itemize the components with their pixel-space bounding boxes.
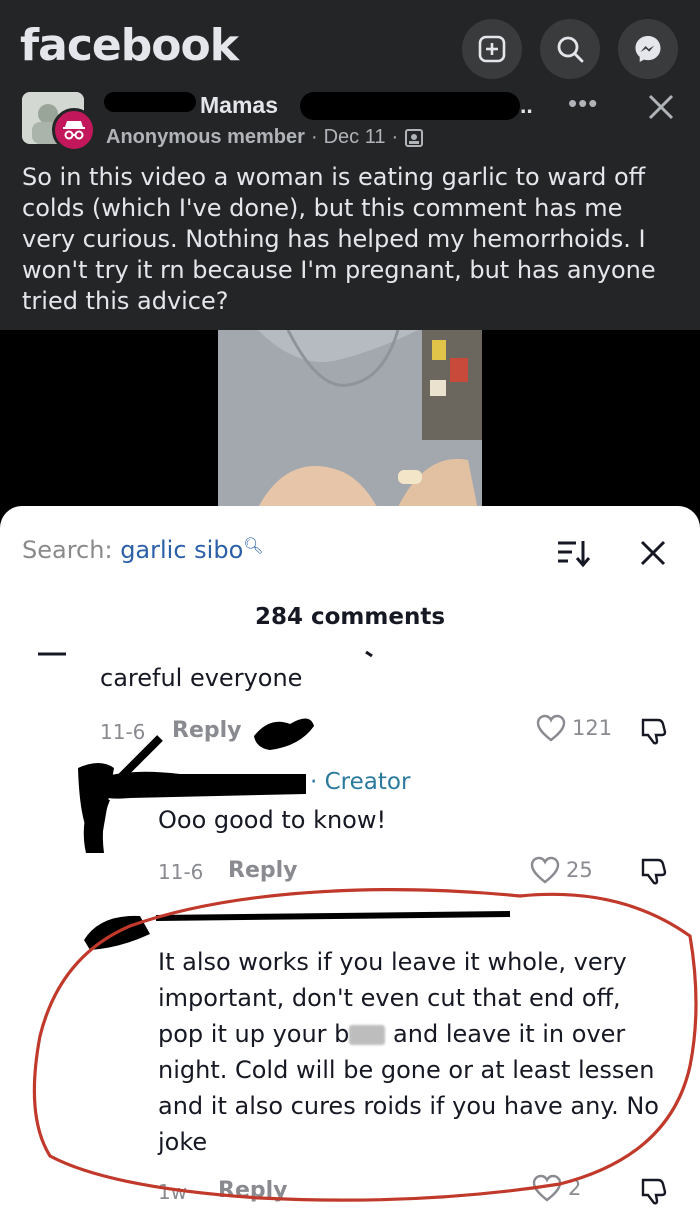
sort-icon[interactable] (556, 538, 590, 568)
comment-text: It also works if you leave it whole, ver… (158, 944, 659, 1160)
reply-button[interactable]: Reply (228, 858, 298, 883)
comment-line-part: pop it up your b (158, 1020, 350, 1048)
video-thumbnail (218, 330, 482, 530)
search-query[interactable]: garlic sibo (120, 536, 243, 564)
censor-blur (349, 1025, 386, 1045)
more-options-button[interactable]: ••• (568, 88, 598, 119)
heart-icon (532, 1174, 562, 1202)
comment-line: and it also cures roids if you have any.… (158, 1092, 659, 1120)
comment-count: 284 comments (254, 604, 446, 630)
comment-line-censored: pop it up your b and leave it in over (158, 1016, 659, 1052)
comment-search-bar[interactable]: Search: garlic sibo🔍︎ (22, 536, 264, 564)
heart-icon (536, 714, 566, 742)
comment-text: Ooo good to know! (158, 806, 387, 834)
facebook-post-area: facebook Mamas .. Anonymous member · Dec… (0, 0, 700, 330)
like-count: 2 (568, 1176, 582, 1200)
like-count: 25 (566, 858, 593, 882)
search-label: Search: (22, 536, 113, 564)
comment-date: 1w (158, 1180, 188, 1204)
post-text: So in this video a woman is eating garli… (22, 163, 656, 315)
comment-text: careful everyone (100, 664, 303, 692)
like-button[interactable]: 2 (532, 1174, 581, 1202)
post-meta: Anonymous member · Dec 11 · (106, 126, 424, 149)
comment-line: night. Cold will be gone or at least les… (158, 1056, 655, 1084)
redaction (300, 92, 520, 120)
comments-sheet: Search: garlic sibo🔍︎ 284 comments caref… (0, 506, 700, 1217)
anonymous-avatar (52, 108, 96, 152)
facebook-logo[interactable]: facebook (20, 20, 239, 71)
comment-line: joke (158, 1128, 208, 1156)
close-comments-icon[interactable] (638, 538, 668, 568)
incognito-icon (63, 121, 85, 140)
dislike-icon[interactable] (638, 1176, 668, 1206)
dislike-icon[interactable] (638, 716, 668, 746)
messenger-icon (635, 36, 661, 62)
comment-date: 11-6 (158, 860, 204, 884)
comment-line: important, don't even cut that end off, (158, 984, 621, 1012)
comment-line-part: and leave it in over (393, 1020, 626, 1048)
create-button[interactable] (462, 19, 522, 79)
post-date[interactable]: Dec 11 (324, 126, 386, 149)
dislike-icon[interactable] (638, 856, 668, 886)
redaction-scribble (78, 735, 306, 853)
close-icon[interactable] (644, 90, 678, 124)
meta-separator: · (310, 126, 318, 148)
like-button[interactable]: 25 (530, 856, 593, 884)
group-name-ellipsis: .. (520, 92, 533, 118)
like-button[interactable]: 121 (536, 714, 612, 742)
redaction (104, 92, 196, 112)
video-player[interactable] (0, 330, 700, 530)
search-icon (557, 36, 584, 63)
plus-icon (478, 35, 506, 63)
comment-line: It also works if you leave it whole, ver… (158, 948, 627, 976)
search-button[interactable] (540, 19, 600, 79)
group-privacy-icon (405, 128, 424, 147)
reply-button[interactable]: Reply (218, 1178, 288, 1203)
cropped-text-remnant (38, 650, 373, 658)
search-small-icon: 🔍︎ (243, 536, 264, 555)
group-name[interactable]: Mamas (200, 92, 278, 119)
meta-separator: · (391, 126, 399, 148)
heart-icon (530, 856, 560, 884)
messenger-button[interactable] (618, 19, 678, 79)
post-author[interactable]: Anonymous member (106, 126, 305, 149)
like-count: 121 (572, 716, 613, 740)
creator-badge: · Creator (310, 769, 411, 795)
